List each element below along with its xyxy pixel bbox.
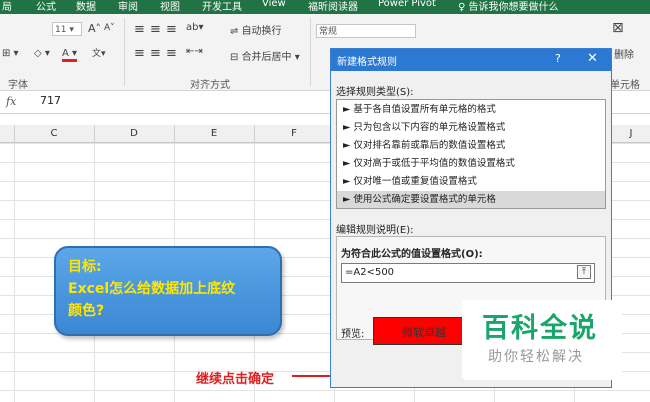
delete-button[interactable]: 删除 — [614, 46, 634, 61]
watermark: 百科全说 助你轻松解决 — [462, 300, 622, 380]
preview-label: 预览: — [341, 329, 365, 340]
goal-callout: 目标: Excel怎么给数据加上底纹 颜色? — [54, 246, 282, 336]
menu-item-power-pivot[interactable]: Power Pivot — [378, 0, 436, 9]
watermark-title: 百科全说 — [482, 313, 598, 344]
help-button[interactable]: ? — [555, 52, 561, 65]
number-format-select[interactable]: 常规 — [316, 24, 416, 38]
rule-type-label: 仅对排名靠前或靠后的数值设置格式 — [353, 140, 506, 151]
shrink-font-label: A — [104, 23, 111, 33]
rule-type-list: ► 基于各自值设置所有单元格的格式 ► 只为包含以下内容的单元格设置格式 ► 仅… — [336, 99, 606, 209]
border-button[interactable]: ⊞ ▾ — [2, 48, 19, 59]
select-type-label: 选择规则类型(S): — [336, 87, 414, 98]
preview-text: 微软卓越 — [402, 326, 446, 339]
grow-font-label: A — [88, 22, 96, 35]
rule-type-label: 只为包含以下内容的单元格设置格式 — [353, 122, 506, 133]
align-center-button[interactable]: ≡ — [150, 46, 161, 61]
align-middle-button[interactable]: ≡ — [150, 22, 161, 37]
edit-desc-label: 编辑规则说明(E): — [336, 225, 414, 236]
fill-color-button[interactable]: ◇ ▾ — [34, 48, 50, 59]
number-format-value: 常规 — [319, 27, 338, 37]
font-size-select[interactable]: 11 ▾ — [52, 22, 82, 36]
font-color-button[interactable]: A ▾ — [62, 48, 78, 62]
delete-icon[interactable]: ⊠ — [612, 20, 624, 36]
menu-item-formulas[interactable]: 公式 — [36, 0, 56, 13]
rule-type-item[interactable]: ► 只为包含以下内容的单元格设置格式 — [337, 119, 605, 136]
dialog-title-bar: 新建格式规则 ? ✕ — [331, 49, 611, 71]
close-button[interactable]: ✕ — [587, 51, 598, 66]
column-header-j[interactable]: J — [612, 125, 650, 142]
rule-type-item[interactable]: ► 仅对高于或低于平均值的数值设置格式 — [337, 155, 605, 172]
column-header-e[interactable]: E — [174, 125, 255, 142]
align-bottom-button[interactable]: ≡ — [166, 22, 177, 37]
rule-type-item[interactable]: ► 仅对排名靠前或靠后的数值设置格式 — [337, 137, 605, 154]
merge-center-label: 合并后居中 — [241, 52, 292, 63]
group-separator — [310, 18, 311, 86]
group-label-cells: 单元格 — [610, 80, 640, 91]
orientation-button[interactable]: ab▾ — [186, 22, 204, 33]
formula-label: 为符合此公式的值设置格式(O): — [341, 249, 483, 260]
rule-type-label: 使用公式确定要设置格式的单元格 — [353, 194, 496, 205]
rule-type-item[interactable]: ► 仅对唯一值或重复值设置格式 — [337, 173, 605, 190]
rule-type-item-selected[interactable]: ► 使用公式确定要设置格式的单元格 — [337, 191, 605, 208]
rule-type-label: 仅对唯一值或重复值设置格式 — [353, 176, 477, 187]
column-header-f[interactable]: F — [254, 125, 335, 142]
tell-me-search[interactable]: ♀ 告诉我你想要做什么 — [458, 0, 559, 13]
watermark-subtitle: 助你轻松解决 — [488, 349, 584, 365]
menu-bar: 局 公式 数据 审阅 视图 开发工具 View 福昕阅读器 Power Pivo… — [0, 0, 650, 14]
menu-item[interactable]: 局 — [2, 0, 12, 13]
align-left-button[interactable]: ≡ — [134, 46, 145, 61]
select-all-corner[interactable] — [0, 125, 15, 142]
column-header-d[interactable]: D — [94, 125, 175, 142]
callout-line-1: 目标: — [68, 259, 102, 275]
menu-item-foxit[interactable]: 福昕阅读器 — [308, 0, 358, 13]
callout-line-2: Excel怎么给数据加上底纹 — [68, 281, 236, 297]
menu-item-view-en[interactable]: View — [262, 0, 286, 9]
rule-type-item[interactable]: ► 基于各自值设置所有单元格的格式 — [337, 101, 605, 118]
grow-font-button[interactable]: A˄ — [88, 22, 101, 35]
align-right-button[interactable]: ≡ — [166, 46, 177, 61]
group-label-alignment: 对齐方式 — [190, 80, 230, 91]
instruction-text: 继续点击确定 — [196, 372, 275, 387]
phonetic-button[interactable]: 文▾ — [92, 46, 106, 59]
wrap-text-button[interactable]: ⇌ 自动换行 — [230, 22, 282, 37]
rule-type-label: 基于各自值设置所有单元格的格式 — [353, 104, 496, 115]
shrink-font-button[interactable]: A˅ — [104, 23, 115, 33]
merge-center-button[interactable]: ⊟ 合并后居中 ▾ — [230, 48, 300, 63]
column-header-c[interactable]: C — [14, 125, 95, 142]
indent-button[interactable]: ⇤⇥ — [186, 46, 203, 57]
callout-line-3: 颜色? — [68, 303, 105, 319]
collapse-range-icon[interactable]: ⤒ — [577, 265, 591, 279]
menu-item-developer[interactable]: 开发工具 — [202, 0, 242, 13]
menu-item-data[interactable]: 数据 — [76, 0, 96, 13]
group-label-font: 字体 — [8, 80, 28, 91]
align-top-button[interactable]: ≡ — [134, 22, 145, 37]
dialog-title: 新建格式规则 — [337, 57, 397, 68]
menu-item-view[interactable]: 视图 — [160, 0, 180, 13]
menu-item-review[interactable]: 审阅 — [118, 0, 138, 13]
formula-field[interactable]: =A2<500 — [341, 263, 595, 283]
wrap-text-label: 自动换行 — [241, 26, 282, 37]
formula-input[interactable]: 717 — [40, 94, 61, 107]
group-separator — [124, 18, 125, 86]
rule-type-label: 仅对高于或低于平均值的数值设置格式 — [353, 158, 515, 169]
tell-me-text: 告诉我你想要做什么 — [468, 2, 559, 13]
fx-icon[interactable]: fx — [6, 95, 16, 108]
font-size-value: 11 — [55, 25, 67, 35]
